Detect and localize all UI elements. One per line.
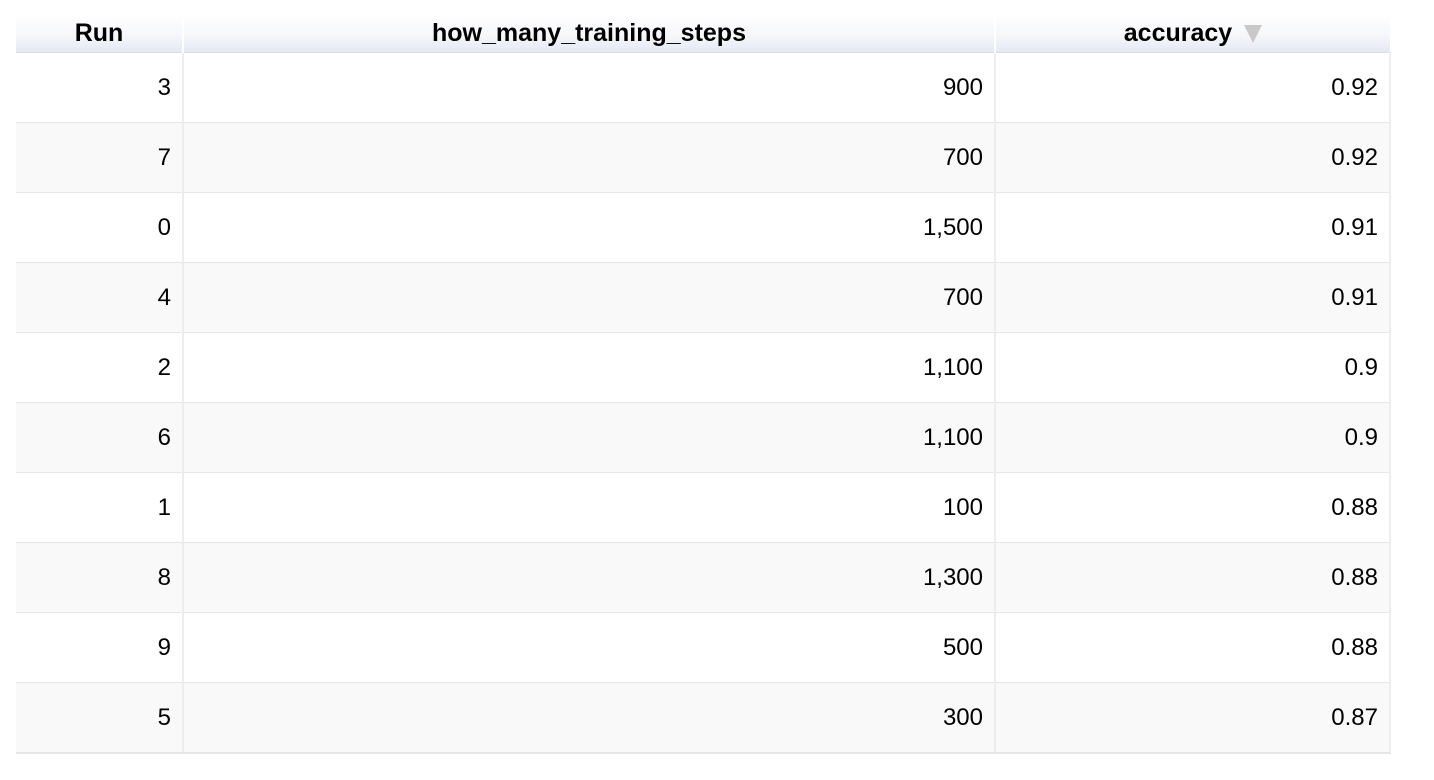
table-row: 8 1,300 0.88 [16,542,1391,613]
cell-run: 6 [16,402,183,473]
cell-training-steps: 300 [182,682,995,754]
table-row: 5 300 0.87 [16,682,1391,754]
cell-run: 0 [16,192,183,263]
table-row: 3 900 0.92 [16,52,1391,123]
column-header-accuracy[interactable]: accuracy [994,14,1390,53]
cell-training-steps: 1,500 [182,192,995,263]
column-header-label: how_many_training_steps [432,18,746,47]
cell-training-steps: 100 [182,472,995,543]
table-header: Run how_many_training_steps accuracy [16,14,1390,53]
table-row: 4 700 0.91 [16,262,1391,333]
column-header-label: accuracy [1123,18,1233,47]
cell-accuracy: 0.92 [994,122,1391,193]
cell-run: 7 [16,122,183,193]
cell-run: 9 [16,612,183,683]
cell-training-steps: 1,100 [182,402,995,473]
cell-accuracy: 0.92 [994,52,1391,123]
cell-accuracy: 0.9 [994,332,1391,403]
cell-run: 8 [16,542,183,613]
cell-run: 4 [16,262,183,333]
table-row: 6 1,100 0.9 [16,402,1391,473]
cell-training-steps: 1,100 [182,332,995,403]
results-table-container: Run how_many_training_steps accuracy 3 9… [16,14,1391,754]
column-header-training-steps[interactable]: how_many_training_steps [182,14,995,53]
cell-accuracy: 0.87 [994,682,1391,754]
cell-run: 1 [16,472,183,543]
cell-run: 5 [16,682,183,754]
cell-accuracy: 0.88 [994,612,1391,683]
table-row: 9 500 0.88 [16,612,1391,683]
results-table: Run how_many_training_steps accuracy 3 9… [16,14,1391,754]
table-row: 1 100 0.88 [16,472,1391,543]
cell-training-steps: 900 [182,52,995,123]
cell-accuracy: 0.91 [994,262,1391,333]
column-header-label: Run [74,18,124,47]
cell-training-steps: 700 [182,262,995,333]
header-row: Run how_many_training_steps accuracy [16,14,1390,53]
cell-accuracy: 0.91 [994,192,1391,263]
cell-training-steps: 1,300 [182,542,995,613]
cell-training-steps: 700 [182,122,995,193]
cell-accuracy: 0.88 [994,472,1391,543]
cell-run: 2 [16,332,183,403]
table-row: 7 700 0.92 [16,122,1391,193]
column-header-run[interactable]: Run [16,14,183,53]
cell-accuracy: 0.88 [994,542,1391,613]
table-row: 2 1,100 0.9 [16,332,1391,403]
table-row: 0 1,500 0.91 [16,192,1391,263]
table-body: 3 900 0.92 7 700 0.92 0 1,500 0.91 4 700… [16,52,1391,754]
cell-run: 3 [16,52,183,123]
cell-accuracy: 0.9 [994,402,1391,473]
cell-training-steps: 500 [182,612,995,683]
sort-descending-icon[interactable] [1244,24,1263,43]
